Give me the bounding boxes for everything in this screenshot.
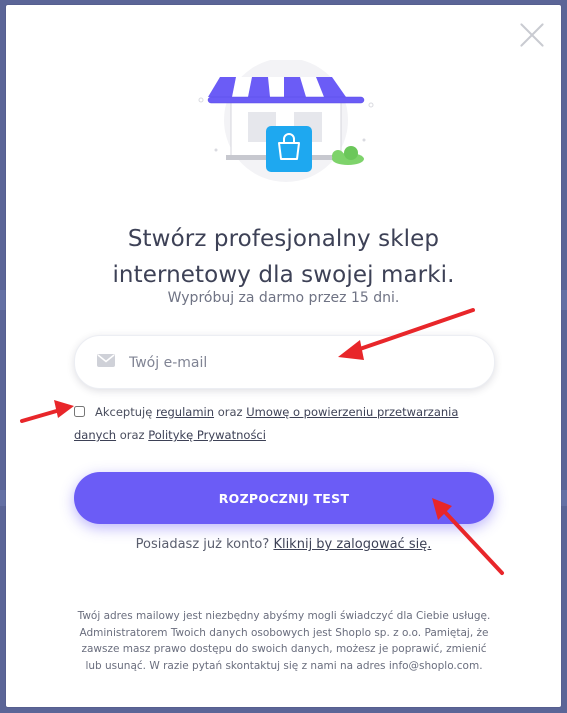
email-input[interactable] bbox=[127, 346, 471, 380]
subtitle: Wypróbuj za darmo przez 15 dni. bbox=[167, 290, 400, 306]
privacy-note: Twój adres mailowy jest niezbędny abyśmy… bbox=[77, 610, 491, 672]
shopping-bag-icon bbox=[266, 126, 312, 172]
title-line-1: Stwórz profesjonalny sklep bbox=[127, 226, 440, 252]
start-trial-button[interactable]: ROZPOCZNIJ TEST bbox=[74, 472, 494, 524]
signup-modal: Stwórz profesjonalny sklep internetowy d… bbox=[6, 5, 561, 707]
consent-prefix: Akceptuję bbox=[95, 405, 153, 419]
login-link[interactable]: Kliknij by zalogować się. bbox=[273, 537, 431, 552]
envelope-icon bbox=[97, 354, 115, 367]
terms-link[interactable]: regulamin bbox=[156, 405, 214, 419]
title-line-2: internetowy dla swojej marki. bbox=[112, 262, 455, 288]
privacy-policy-link[interactable]: Politykę Prywatności bbox=[148, 428, 266, 442]
consent-checkbox[interactable] bbox=[74, 406, 85, 417]
login-prompt: Posiadasz już konto? Kliknij by zalogowa… bbox=[6, 537, 561, 552]
email-field-wrapper bbox=[74, 335, 495, 389]
shop-storefront-illustration bbox=[198, 60, 374, 182]
consent-and-1: oraz bbox=[217, 405, 243, 419]
dpa-link-part-2[interactable]: danych bbox=[74, 428, 116, 442]
close-icon[interactable] bbox=[519, 22, 545, 48]
consent-and-2: oraz bbox=[119, 428, 145, 442]
consent-block: Akceptuję regulamin oraz Umowę o powierz… bbox=[74, 401, 494, 447]
login-prompt-text: Posiadasz już konto? bbox=[135, 537, 270, 552]
page-title: Stwórz profesjonalny sklep internetowy d… bbox=[6, 221, 561, 293]
dpa-link-part-1[interactable]: Umowę o powierzeniu przetwarzania bbox=[246, 405, 458, 419]
